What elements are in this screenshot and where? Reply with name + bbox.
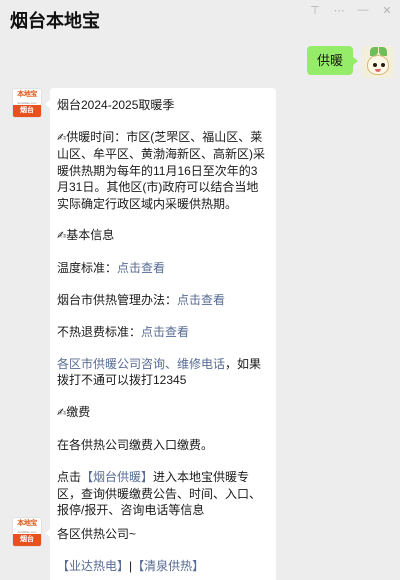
payment-text: 在各供热公司缴费入口缴费。 bbox=[57, 438, 214, 453]
heating-zone-link[interactable]: 【烟台供暖】 bbox=[81, 470, 153, 484]
avatar-eye bbox=[381, 63, 385, 67]
user-message-bubble[interactable]: 供暖 bbox=[306, 46, 359, 75]
payment-label: 缴费 bbox=[66, 405, 91, 420]
pin-icon[interactable]: ⊤ bbox=[308, 4, 322, 17]
refund-link[interactable]: 点击查看 bbox=[141, 325, 189, 339]
bot-avatar[interactable]: 本地宝 bendibao.com 烟台 bbox=[12, 88, 42, 118]
minimize-icon[interactable]: — bbox=[356, 4, 370, 17]
bot-avatar-city: 烟台 bbox=[13, 105, 41, 117]
temperature-link[interactable]: 点击查看 bbox=[117, 261, 165, 275]
refund-label: 不热退费标准： bbox=[57, 325, 142, 340]
chat-title: 烟台本地宝 bbox=[10, 11, 100, 31]
bot-avatar[interactable]: 本地宝 bendibao.com 烟台 bbox=[12, 517, 42, 547]
refund-row: 不热退费标准：点击查看 bbox=[57, 324, 266, 340]
consult-link[interactable]: 各区市供暖公司咨询、维修电话 bbox=[57, 357, 225, 371]
temperature-row: 温度标准：点击查看 bbox=[57, 260, 266, 276]
method-row: 烟台市供热管理办法：点击查看 bbox=[57, 292, 266, 308]
temperature-label: 温度标准： bbox=[57, 261, 118, 276]
bot-avatar-brand: 本地宝 bbox=[17, 520, 37, 527]
close-icon[interactable]: ✕ bbox=[380, 4, 394, 17]
window-controls: ⊤ ⋯ — ✕ bbox=[308, 4, 394, 17]
avatar-face bbox=[367, 55, 389, 75]
company-links-row: 【业达热电】|【清泉供热】 bbox=[57, 558, 266, 574]
payment-heading: ✍缴费 bbox=[57, 404, 266, 421]
basic-info-heading: ✍基本信息 bbox=[57, 227, 266, 244]
heating-time-paragraph: ✍供暖时间：市区(芝罘区、福山区、莱山区、牟平区、黄渤海新区、高新区)采暖供热期… bbox=[57, 129, 266, 212]
consult-row: 各区市供暖公司咨询、维修电话，如果拨打不通可以拨打12345 bbox=[57, 356, 266, 389]
card-title: 各区供热公司~ bbox=[57, 527, 137, 541]
yeda-link[interactable]: 【业达热电】 bbox=[57, 559, 129, 573]
writing-hand-icon: ✍ bbox=[57, 230, 67, 243]
more-icon[interactable]: ⋯ bbox=[332, 4, 346, 17]
chat-header: 烟台本地宝 ⊤ ⋯ — ✕ bbox=[0, 0, 400, 40]
heating-time-label: 供暖时间： bbox=[66, 129, 127, 144]
reply-card-heating: 烟台2024-2025取暖季 ✍供暖时间：市区(芝罘区、福山区、莱山区、牟平区、… bbox=[45, 88, 276, 527]
writing-hand-icon: ✍ bbox=[57, 407, 67, 420]
card-title: 烟台2024-2025取暖季 bbox=[57, 98, 175, 112]
reply-card-companies: 各区供热公司~ 【业达热电】|【清泉供热】 bbox=[45, 517, 276, 580]
bot-avatar-city: 烟台 bbox=[13, 534, 41, 546]
outgoing-message: 供暖 bbox=[306, 46, 394, 78]
bot-avatar-brand: 本地宝 bbox=[17, 91, 37, 98]
method-label: 烟台市供热管理办法： bbox=[57, 293, 178, 308]
qingquan-link[interactable]: 【清泉供热】 bbox=[132, 559, 204, 573]
click-prefix: 点击 bbox=[57, 470, 82, 485]
click-row: 点击【烟台供暖】进入本地宝供暖专区，查询供暖缴费公告、时间、入口、报停/报开、咨… bbox=[57, 469, 266, 518]
user-avatar[interactable] bbox=[362, 46, 394, 78]
method-link[interactable]: 点击查看 bbox=[177, 293, 225, 307]
basic-info-label: 基本信息 bbox=[66, 228, 115, 243]
writing-hand-icon: ✍ bbox=[57, 131, 67, 144]
avatar-eye bbox=[373, 63, 377, 67]
